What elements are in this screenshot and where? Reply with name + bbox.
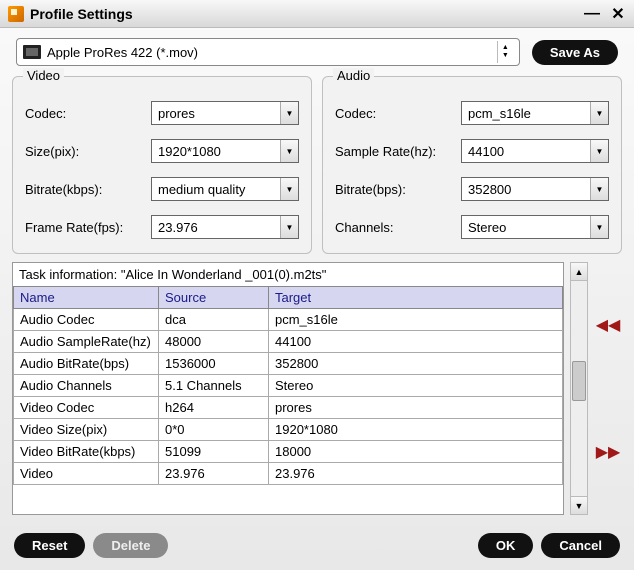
chevron-down-icon: ▼ — [590, 140, 608, 162]
audio-bitrate-label: Bitrate(bps): — [335, 182, 461, 197]
cell-name: Video Codec — [14, 397, 159, 419]
audio-samplerate-select[interactable]: 44100 ▼ — [461, 139, 609, 163]
cell-source: 1536000 — [159, 353, 269, 375]
video-codec-select[interactable]: prores ▼ — [151, 101, 299, 125]
cell-source: dca — [159, 309, 269, 331]
video-size-select[interactable]: 1920*1080 ▼ — [151, 139, 299, 163]
video-codec-value: prores — [152, 106, 280, 121]
audio-channels-label: Channels: — [335, 220, 461, 235]
audio-samplerate-value: 44100 — [462, 144, 590, 159]
chevron-down-icon: ▼ — [280, 178, 298, 200]
table-row[interactable]: Video BitRate(kbps)5109918000 — [14, 441, 563, 463]
audio-codec-label: Codec: — [335, 106, 461, 121]
audio-channels-select[interactable]: Stereo ▼ — [461, 215, 609, 239]
cell-name: Audio Codec — [14, 309, 159, 331]
chevron-down-icon: ▼ — [590, 178, 608, 200]
chevron-down-icon: ▼ — [590, 102, 608, 124]
prev-task-button[interactable]: ◀◀ — [597, 315, 619, 335]
profile-icon — [23, 45, 41, 59]
app-icon — [8, 6, 24, 22]
chevron-down-icon: ▼ — [280, 102, 298, 124]
cell-source: 5.1 Channels — [159, 375, 269, 397]
next-task-button[interactable]: ▶▶ — [597, 442, 619, 462]
table-row[interactable]: Audio BitRate(bps)1536000352800 — [14, 353, 563, 375]
video-group-title: Video — [23, 68, 64, 83]
window: Profile Settings — ✕ Apple ProRes 422 (*… — [0, 0, 634, 570]
cell-source: 48000 — [159, 331, 269, 353]
cell-target: 23.976 — [269, 463, 563, 485]
cancel-button[interactable]: Cancel — [541, 533, 620, 558]
cell-name: Video — [14, 463, 159, 485]
audio-bitrate-select[interactable]: 352800 ▼ — [461, 177, 609, 201]
vertical-scrollbar[interactable]: ▲ ▼ — [570, 262, 588, 515]
titlebar: Profile Settings — ✕ — [0, 0, 634, 28]
cell-name: Video Size(pix) — [14, 419, 159, 441]
stepper-arrows-icon[interactable]: ▲▼ — [497, 41, 513, 63]
cell-target: prores — [269, 397, 563, 419]
minimize-button[interactable]: — — [584, 6, 600, 22]
close-button[interactable]: ✕ — [610, 6, 626, 22]
cell-target: 1920*1080 — [269, 419, 563, 441]
video-codec-label: Codec: — [25, 106, 151, 121]
ok-button[interactable]: OK — [478, 533, 534, 558]
audio-samplerate-label: Sample Rate(hz): — [335, 144, 461, 159]
cell-name: Audio SampleRate(hz) — [14, 331, 159, 353]
col-name-header[interactable]: Name — [14, 287, 159, 309]
window-title: Profile Settings — [30, 6, 584, 22]
table-row[interactable]: Video Size(pix)0*01920*1080 — [14, 419, 563, 441]
table-row[interactable]: Audio Codecdcapcm_s16le — [14, 309, 563, 331]
cell-source: 51099 — [159, 441, 269, 463]
video-size-label: Size(pix): — [25, 144, 151, 159]
video-framerate-label: Frame Rate(fps): — [25, 220, 151, 235]
cell-target: Stereo — [269, 375, 563, 397]
cell-target: pcm_s16le — [269, 309, 563, 331]
audio-codec-select[interactable]: pcm_s16le ▼ — [461, 101, 609, 125]
chevron-down-icon: ▼ — [280, 140, 298, 162]
table-row[interactable]: Audio Channels5.1 ChannelsStereo — [14, 375, 563, 397]
profile-name: Apple ProRes 422 (*.mov) — [47, 45, 491, 60]
col-target-header[interactable]: Target — [269, 287, 563, 309]
video-framerate-value: 23.976 — [152, 220, 280, 235]
chevron-down-icon: ▼ — [280, 216, 298, 238]
video-framerate-select[interactable]: 23.976 ▼ — [151, 215, 299, 239]
scroll-track[interactable] — [571, 281, 587, 496]
video-size-value: 1920*1080 — [152, 144, 280, 159]
cell-source: h264 — [159, 397, 269, 419]
video-group: Video Codec: prores ▼ Size(pix): 1920*10… — [12, 76, 312, 254]
table-row[interactable]: Audio SampleRate(hz)4800044100 — [14, 331, 563, 353]
cell-name: Audio BitRate(bps) — [14, 353, 159, 375]
video-bitrate-value: medium quality — [152, 182, 280, 197]
scroll-up-icon[interactable]: ▲ — [571, 263, 587, 281]
cell-name: Video BitRate(kbps) — [14, 441, 159, 463]
save-as-button[interactable]: Save As — [532, 40, 618, 65]
video-bitrate-label: Bitrate(kbps): — [25, 182, 151, 197]
table-row[interactable]: Video Codech264prores — [14, 397, 563, 419]
cell-target: 18000 — [269, 441, 563, 463]
video-bitrate-select[interactable]: medium quality ▼ — [151, 177, 299, 201]
cell-target: 44100 — [269, 331, 563, 353]
task-info-header: Task information: "Alice In Wonderland _… — [13, 263, 563, 286]
scroll-down-icon[interactable]: ▼ — [571, 496, 587, 514]
reset-button[interactable]: Reset — [14, 533, 85, 558]
cell-source: 0*0 — [159, 419, 269, 441]
audio-group-title: Audio — [333, 68, 374, 83]
cell-name: Audio Channels — [14, 375, 159, 397]
profile-select[interactable]: Apple ProRes 422 (*.mov) ▲▼ — [16, 38, 520, 66]
cell-target: 352800 — [269, 353, 563, 375]
table-row[interactable]: Video23.97623.976 — [14, 463, 563, 485]
delete-button[interactable]: Delete — [93, 533, 168, 558]
chevron-down-icon: ▼ — [590, 216, 608, 238]
audio-channels-value: Stereo — [462, 220, 590, 235]
task-table: Name Source Target Audio Codecdcapcm_s16… — [13, 286, 563, 485]
audio-codec-value: pcm_s16le — [462, 106, 590, 121]
audio-bitrate-value: 352800 — [462, 182, 590, 197]
task-info-panel: Task information: "Alice In Wonderland _… — [12, 262, 564, 515]
scroll-thumb[interactable] — [572, 361, 586, 401]
col-source-header[interactable]: Source — [159, 287, 269, 309]
audio-group: Audio Codec: pcm_s16le ▼ Sample Rate(hz)… — [322, 76, 622, 254]
cell-source: 23.976 — [159, 463, 269, 485]
